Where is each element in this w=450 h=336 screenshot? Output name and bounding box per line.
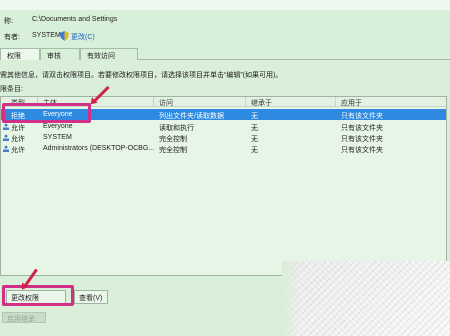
- watermark-noise: [282, 261, 450, 336]
- row-principal: SYSTEM: [43, 134, 72, 141]
- change-owner-link[interactable]: 更改(C): [71, 32, 95, 42]
- tab-bar: 权限 审核 有效访问: [0, 48, 450, 61]
- table-row[interactable]: 允许 SYSTEM 完全控制 无 只有该文件夹: [1, 132, 446, 143]
- view-button[interactable]: 查看(V): [74, 290, 108, 304]
- row-inherited: 无: [251, 113, 258, 120]
- entries-label: 限条目:: [0, 86, 23, 93]
- permission-entries-list[interactable]: 类型 主体 访问 继承于 应用于 拒绝 Everyone 列出文件夹/读取数据 …: [0, 96, 447, 276]
- title-strip: [0, 0, 450, 10]
- user-icon: [3, 123, 9, 130]
- name-label: 称:: [4, 18, 13, 25]
- instruction-text: 需其他信息，请双击权限项目。若要修改权限项目，请选择该项目并单击“编辑”(如果可…: [0, 72, 283, 79]
- owner-value: SYSTEM: [32, 32, 61, 39]
- row-applies: 只有该文件夹: [341, 113, 383, 120]
- user-icon: [3, 145, 9, 152]
- col-applies[interactable]: 应用于: [341, 98, 362, 108]
- table-row[interactable]: 允许 Administrators (DESKTOP-OCBG... 完全控制 …: [1, 143, 446, 154]
- row-principal: Administrators (DESKTOP-OCBG...: [43, 145, 155, 152]
- tab-auditing[interactable]: 审核: [40, 48, 80, 60]
- column-divider[interactable]: [153, 97, 154, 107]
- highlight-selected-entry: [2, 103, 91, 123]
- column-divider[interactable]: [245, 97, 246, 107]
- owner-label: 有者:: [4, 34, 20, 41]
- row-inherited: 无: [251, 147, 258, 154]
- row-type: 允许: [11, 147, 25, 154]
- object-path: C:\Documents and Settings: [32, 16, 118, 23]
- user-icon: [3, 134, 9, 141]
- inheritance-button: 启用继承: [2, 312, 46, 323]
- row-access: 完全控制: [159, 147, 187, 154]
- col-access[interactable]: 访问: [159, 98, 173, 108]
- shield-icon: [60, 31, 69, 41]
- column-divider[interactable]: [335, 97, 336, 107]
- highlight-change-button: [2, 285, 74, 306]
- inheritance-button-label: 启用继承: [7, 316, 35, 323]
- col-inherited[interactable]: 继承于: [251, 98, 272, 108]
- tab-effective-access[interactable]: 有效访问: [80, 48, 138, 60]
- row-applies: 只有该文件夹: [341, 147, 383, 154]
- row-principal: Everyone: [43, 123, 73, 130]
- row-access: 列出文件夹/读取数据: [159, 113, 224, 120]
